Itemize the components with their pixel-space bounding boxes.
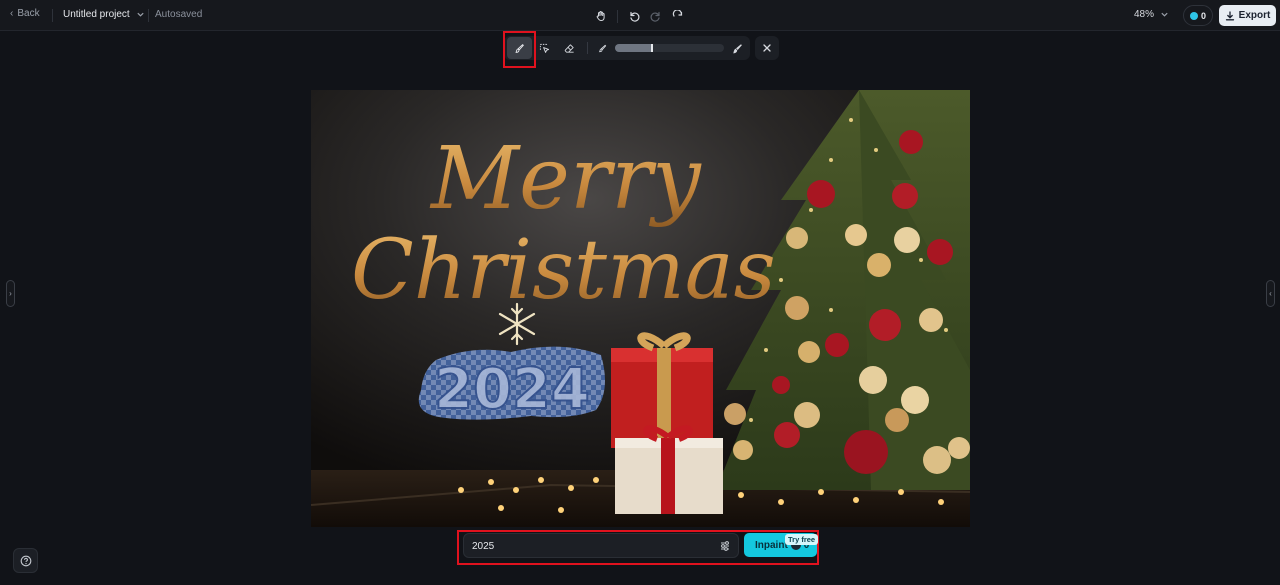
hand-tool-button[interactable] [590, 6, 612, 26]
redo-icon [650, 11, 660, 22]
prompt-input[interactable] [472, 539, 712, 553]
divider [587, 42, 588, 54]
back-label: Back [17, 8, 40, 19]
brush-size-slider[interactable] [615, 44, 724, 52]
undo-button[interactable] [623, 6, 645, 26]
export-button[interactable]: Export [1219, 5, 1276, 26]
project-name-button[interactable]: Untitled project [63, 9, 145, 20]
christmas-image: Merry Christmas 2024 [311, 90, 970, 527]
redo-button[interactable] [645, 6, 667, 26]
divider [52, 9, 53, 22]
back-button[interactable]: ‹ Back [10, 8, 40, 19]
refresh-icon [672, 10, 683, 17]
inpaint-mask: 2024 [418, 346, 605, 423]
inpaint-label: Inpaint [755, 539, 788, 551]
eraser-tool-button[interactable] [557, 37, 582, 59]
chevron-right-icon: › [9, 289, 12, 298]
save-status: Autosaved [155, 9, 203, 20]
undo-icon [630, 11, 640, 22]
image-canvas[interactable]: Merry Christmas 2024 [311, 90, 970, 527]
download-icon [1225, 10, 1234, 20]
greeting-line2: Christmas [351, 223, 776, 318]
large-brush-icon-wrap [728, 37, 746, 59]
gift-boxes [611, 332, 723, 514]
divider [148, 9, 149, 22]
left-panel-toggle[interactable]: › [6, 280, 15, 307]
export-label: Export [1238, 10, 1271, 21]
reset-button[interactable] [667, 6, 689, 26]
chevron-left-icon: ‹ [10, 8, 14, 19]
divider [617, 9, 618, 23]
credits-count: 0 [1200, 10, 1206, 21]
greeting-line1: Merry [429, 129, 702, 229]
smart-select-icon [539, 43, 550, 53]
chevron-left-icon: ‹ [1269, 289, 1272, 298]
small-brush-icon-wrap [593, 37, 611, 59]
brush-tool-button[interactable] [507, 37, 532, 59]
brush-icon [515, 43, 524, 53]
large-brush-icon [732, 43, 742, 53]
help-icon [20, 555, 31, 566]
smart-select-button[interactable] [532, 37, 557, 59]
chevron-down-icon [137, 12, 144, 17]
zoom-dropdown[interactable]: 48% [1134, 9, 1169, 20]
chevron-down-icon [1161, 12, 1168, 17]
close-brush-toolbar-button[interactable] [755, 36, 779, 60]
brush-size-handle[interactable] [651, 44, 653, 52]
credits-button[interactable]: 0 [1183, 5, 1213, 26]
selected-year-text: 2024 [434, 357, 590, 422]
brush-toolbar [504, 36, 750, 60]
help-button[interactable] [13, 548, 38, 573]
small-brush-icon [598, 44, 606, 52]
project-name: Untitled project [63, 9, 130, 20]
zoom-level: 48% [1134, 9, 1155, 20]
history-tools [590, 6, 689, 26]
credit-icon [1189, 11, 1198, 20]
hand-icon [596, 11, 605, 21]
brush-size-fill [615, 44, 652, 52]
prompt-bar [463, 533, 739, 558]
eraser-icon [564, 43, 574, 53]
right-panel-toggle[interactable]: ‹ [1266, 280, 1275, 307]
try-free-badge: Try free [785, 534, 819, 545]
close-icon [763, 44, 771, 52]
top-bar: ‹ Back Untitled project Autosaved 48% 0 … [0, 0, 1280, 31]
sliders-icon[interactable] [718, 539, 732, 553]
